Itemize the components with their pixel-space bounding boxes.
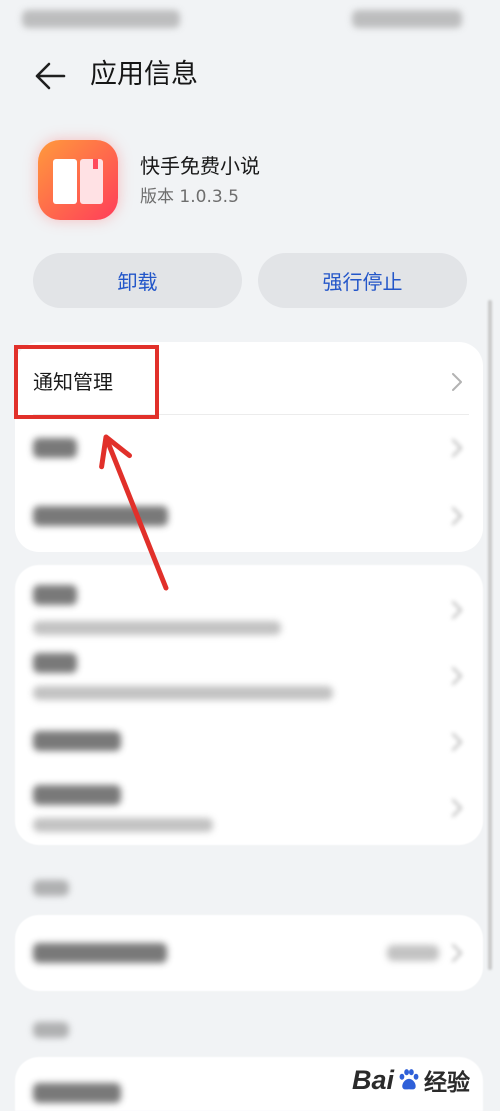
section-header-blurred [33,880,69,896]
chevron-right-icon [452,507,462,525]
permissions-row-blurred[interactable] [15,415,483,481]
force-stop-button[interactable]: 强行停止 [258,253,467,308]
chevron-right-icon [452,667,462,685]
scrollbar[interactable] [488,300,492,970]
section-header-blurred [33,1022,69,1038]
book-app-icon [38,140,118,220]
back-button[interactable] [30,58,70,94]
settings-card-secondary [15,565,483,845]
settings-card-advanced [15,915,483,991]
row-label-blurred [33,506,168,526]
row-sublabel-blurred [33,818,213,832]
row-label-blurred [33,785,121,805]
power-usage-row-blurred[interactable] [15,713,483,771]
open-by-default-row-blurred[interactable] [15,771,483,845]
watermark-logo: Bai 经验 [352,1058,482,1102]
modify-system-settings-row-blurred[interactable] [15,915,483,991]
row-label-blurred [33,943,167,963]
row-value-blurred [387,945,439,961]
app-name: 快手免费小说 [140,154,260,178]
storage-row-blurred[interactable] [15,565,483,641]
status-bar-carrier-blurred [22,10,180,28]
paw-icon [399,1069,419,1090]
row-label-blurred [33,731,121,751]
row-label-blurred [33,585,77,605]
chevron-right-icon [452,601,462,619]
watermark-logo-right: 经验 [424,1070,471,1096]
chevron-right-icon [452,944,462,962]
app-version: 版本 1.0.3.5 [140,187,239,207]
uninstall-button[interactable]: 卸载 [33,253,242,308]
chevron-right-icon [452,439,462,457]
memory-row-blurred[interactable] [15,641,483,713]
page-title: 应用信息 [90,59,198,90]
highlight-box [14,345,159,419]
chevron-right-icon [452,733,462,751]
chevron-right-icon [452,373,462,391]
row-label-blurred [33,653,77,673]
row-sublabel-blurred [33,621,281,635]
data-usage-row-blurred[interactable] [15,482,483,552]
row-sublabel-blurred [33,686,333,700]
status-bar-indicators-blurred [352,10,462,28]
arrow-left-icon [35,62,66,90]
chevron-right-icon [452,799,462,817]
uninstall-button-label: 卸载 [117,270,158,294]
watermark-logo-left: Bai [352,1064,395,1095]
status-bar [0,0,500,38]
force-stop-button-label: 强行停止 [322,270,403,294]
row-label-blurred [33,1083,121,1103]
row-label-blurred [33,438,77,458]
